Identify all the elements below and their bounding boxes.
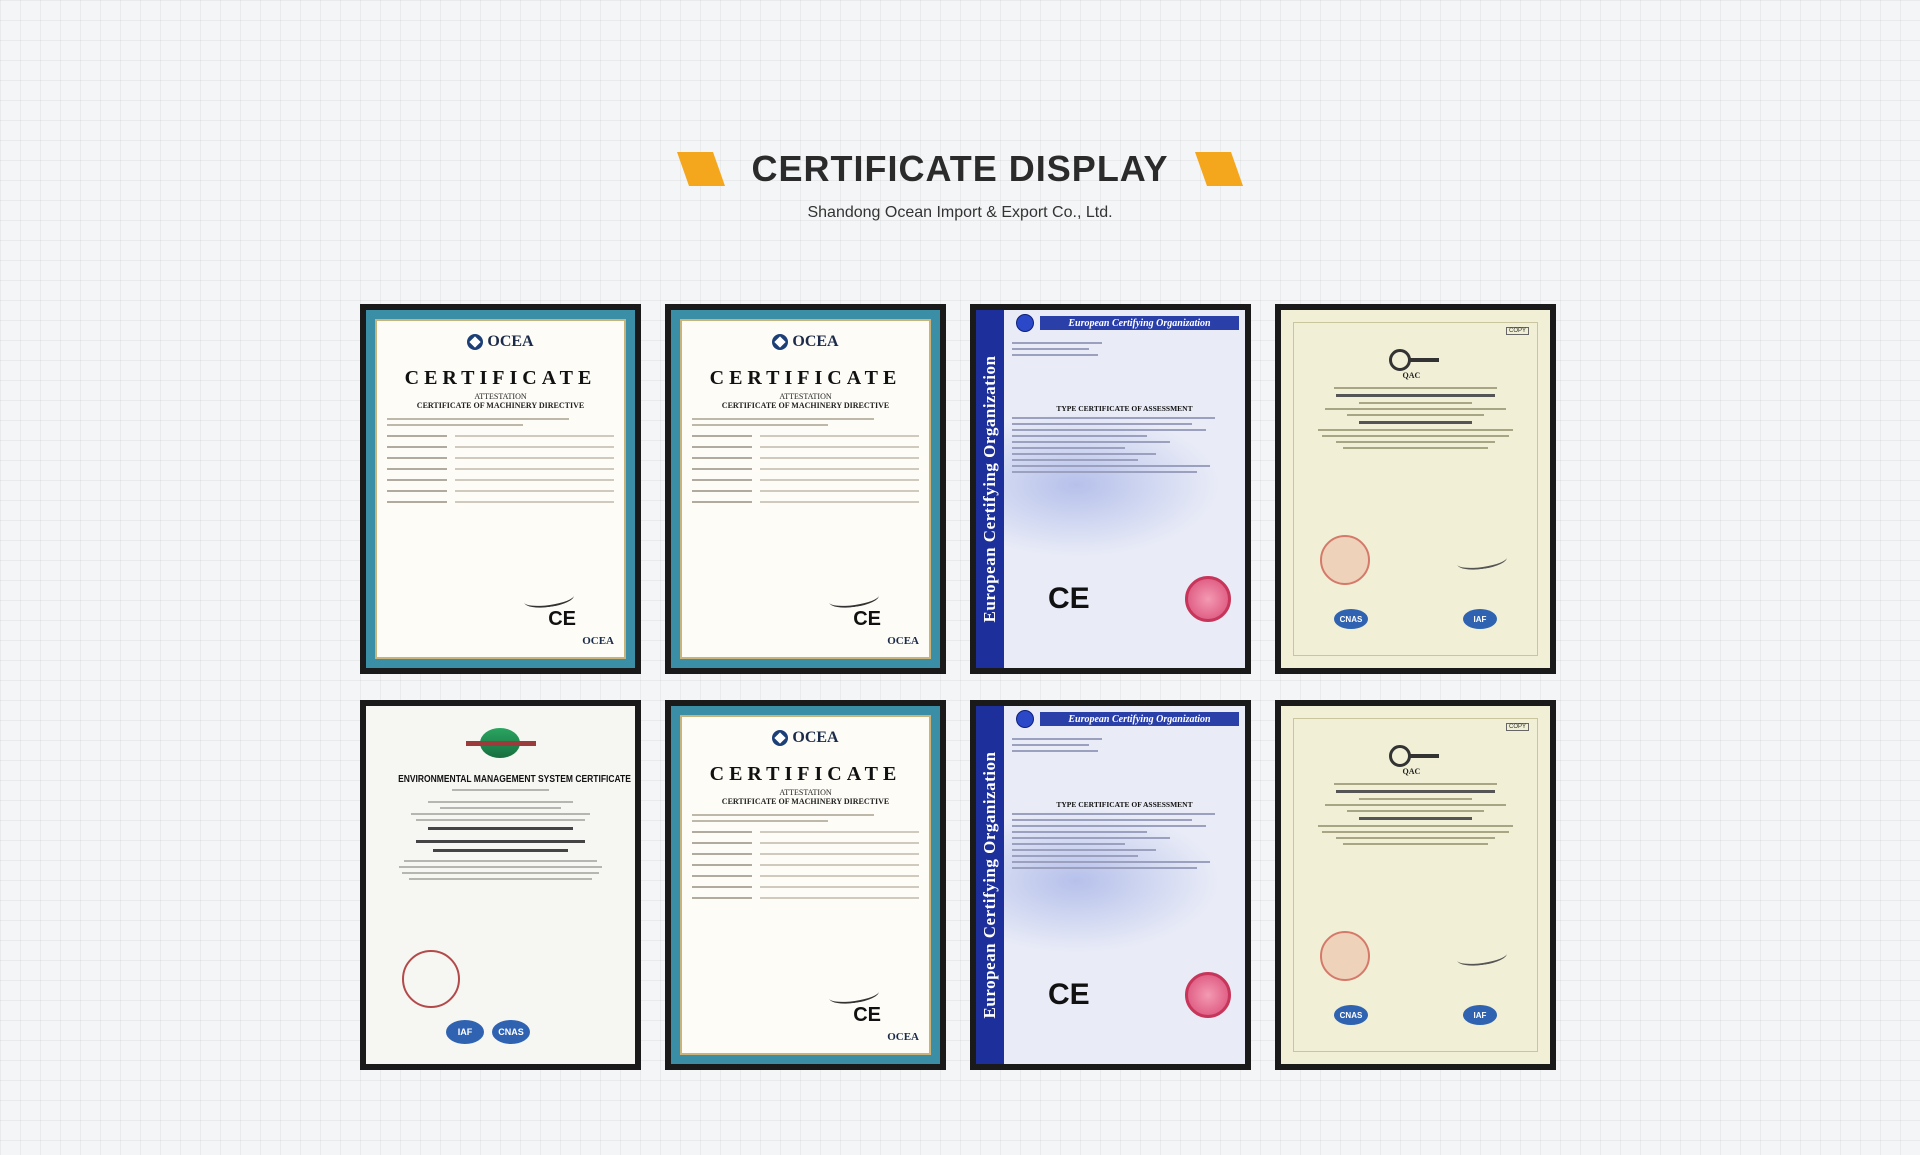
ocea-logo: OCEA bbox=[692, 333, 919, 351]
stamp-icon bbox=[402, 950, 460, 1008]
ocea-logo: OCEA bbox=[692, 729, 919, 747]
certificate-image: OCEA CERTIFICATE ATTESTATION CERTIFICATE… bbox=[366, 310, 635, 668]
cnas-badge-icon: CNAS bbox=[1334, 1005, 1368, 1025]
ce-mark-icon: CE bbox=[1048, 978, 1090, 1011]
stamp-icon bbox=[1320, 931, 1370, 981]
cnas-badge-icon: CNAS bbox=[1334, 609, 1368, 629]
qac-logo-icon: QAC bbox=[1388, 349, 1443, 380]
signature bbox=[1456, 549, 1508, 573]
company-subtitle: Shandong Ocean Import & Export Co., Ltd. bbox=[807, 204, 1113, 221]
signature bbox=[1456, 945, 1508, 969]
section-heading: CERTIFICATE DISPLAY Shandong Ocean Impor… bbox=[0, 148, 1920, 222]
title-row: CERTIFICATE DISPLAY bbox=[0, 148, 1920, 190]
ccci-globe-icon bbox=[465, 728, 536, 762]
certificate-image: COPY QAC CNAS IAF bbox=[1281, 706, 1550, 1064]
certificate-image: ENVIRONMENTAL MANAGEMENT SYSTEM CERTIFIC… bbox=[366, 706, 635, 1064]
eco-globe-icon bbox=[1016, 710, 1034, 728]
certificate-card-ocea-1[interactable]: OCEA CERTIFICATE ATTESTATION CERTIFICATE… bbox=[360, 304, 641, 674]
seal-icon bbox=[1185, 972, 1231, 1018]
ce-mark-icon: CE bbox=[853, 1004, 881, 1026]
certificate-card-qac-2[interactable]: COPY QAC CNAS IAF bbox=[1275, 700, 1556, 1070]
left-accent-icon bbox=[677, 152, 726, 186]
stamp-icon bbox=[1320, 535, 1370, 585]
eco-globe-icon bbox=[1016, 314, 1034, 332]
certificate-card-eco-2[interactable]: European Certifying Organization Europea… bbox=[970, 700, 1251, 1070]
certificate-card-eco-1[interactable]: European Certifying Organization Europea… bbox=[970, 304, 1251, 674]
ocea-logo-icon bbox=[772, 730, 789, 746]
ce-mark-icon: CE bbox=[853, 608, 881, 630]
seal-icon bbox=[1185, 576, 1231, 622]
certificate-image: European Certifying Organization Europea… bbox=[976, 706, 1245, 1064]
certificate-card-qac-1[interactable]: COPY QAC CNAS IAF bbox=[1275, 304, 1556, 674]
certificate-image: COPY QAC CNAS IAF bbox=[1281, 310, 1550, 668]
iaf-badge-icon: IAF bbox=[446, 1020, 484, 1044]
cnas-badge-icon: CNAS bbox=[492, 1020, 530, 1044]
ce-mark-icon: CE bbox=[1048, 582, 1090, 615]
iaf-badge-icon: IAF bbox=[1463, 1005, 1497, 1025]
certificate-card-ocea-3[interactable]: OCEA CERTIFICATE ATTESTATION CERTIFICATE… bbox=[665, 700, 946, 1070]
signature bbox=[523, 587, 575, 611]
certificate-image: European Certifying Organization Europea… bbox=[976, 310, 1245, 668]
ce-mark-icon: CE bbox=[548, 608, 576, 630]
signature bbox=[828, 587, 880, 611]
iaf-badge-icon: IAF bbox=[1463, 609, 1497, 629]
certificate-card-ocea-2[interactable]: OCEA CERTIFICATE ATTESTATION CERTIFICATE… bbox=[665, 304, 946, 674]
right-accent-icon bbox=[1194, 152, 1243, 186]
certificate-image: OCEA CERTIFICATE ATTESTATION CERTIFICATE… bbox=[671, 310, 940, 668]
ocea-logo-icon bbox=[467, 334, 484, 350]
ocea-logo-icon bbox=[772, 334, 789, 350]
qac-logo-icon: QAC bbox=[1388, 745, 1443, 776]
certificate-image: OCEA CERTIFICATE ATTESTATION CERTIFICATE… bbox=[671, 706, 940, 1064]
ocea-logo: OCEA bbox=[387, 333, 614, 351]
page-title: CERTIFICATE DISPLAY bbox=[751, 148, 1169, 189]
certificate-card-ccci[interactable]: ENVIRONMENTAL MANAGEMENT SYSTEM CERTIFIC… bbox=[360, 700, 641, 1070]
signature bbox=[828, 983, 880, 1007]
certificate-grid: OCEA CERTIFICATE ATTESTATION CERTIFICATE… bbox=[360, 304, 1556, 1070]
